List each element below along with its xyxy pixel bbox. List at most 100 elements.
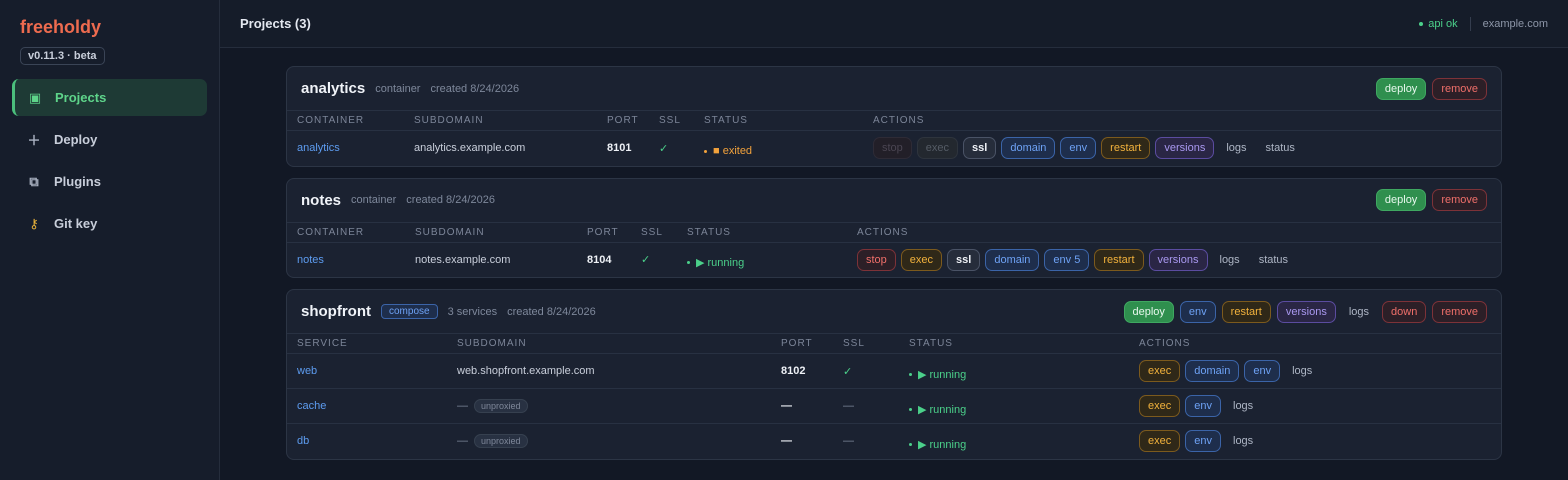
status-label: ▶ running bbox=[918, 438, 967, 451]
logs-button[interactable]: logs bbox=[1213, 249, 1247, 271]
port: 8101 bbox=[597, 130, 649, 166]
exec-button[interactable]: exec bbox=[1139, 360, 1181, 382]
status-dot-icon bbox=[704, 149, 707, 153]
restart-button[interactable]: restart bbox=[1221, 300, 1271, 323]
service-link[interactable]: cache bbox=[287, 388, 447, 424]
logs-button[interactable]: logs bbox=[1226, 430, 1260, 452]
restart-button[interactable]: restart bbox=[1094, 248, 1144, 271]
status-badge: ▶ running bbox=[909, 403, 966, 416]
project-created: created 8/24/2026 bbox=[406, 194, 495, 206]
stop-button[interactable]: stop bbox=[873, 137, 912, 160]
stop-button[interactable]: stop bbox=[857, 248, 896, 271]
topbar: Projects (3) api ok example.com bbox=[220, 0, 1568, 48]
container-link[interactable]: notes bbox=[287, 241, 405, 277]
sidebar-item-label: Projects bbox=[55, 90, 107, 105]
exec-button[interactable]: exec bbox=[1139, 430, 1181, 453]
status-badge: ▶ running bbox=[909, 368, 966, 381]
unproxied-badge: unproxied bbox=[474, 399, 528, 413]
project-card-analytics: analytics container created 8/24/2026 de… bbox=[286, 66, 1502, 167]
logs-button[interactable]: logs bbox=[1219, 137, 1253, 159]
service-link[interactable]: db bbox=[287, 423, 447, 459]
service-table: SERVICE SUBDOMAIN PORT SSL STATUS ACTION… bbox=[287, 333, 1501, 459]
remove-button[interactable]: remove bbox=[1432, 77, 1487, 100]
sidebar-item-plugins[interactable]: ⧉ Plugins bbox=[12, 163, 207, 200]
status-cell: ▶ running bbox=[899, 388, 1129, 424]
container-link[interactable]: analytics bbox=[287, 130, 404, 166]
exec-button[interactable]: exec bbox=[900, 248, 943, 271]
env-button[interactable]: env bbox=[1179, 300, 1216, 323]
unproxied-badge: unproxied bbox=[474, 434, 528, 449]
project-kind: container bbox=[375, 82, 421, 95]
env-button[interactable]: env 5 bbox=[1044, 248, 1090, 271]
status-button[interactable]: status bbox=[1259, 137, 1302, 159]
domain-button[interactable]: domain bbox=[1185, 360, 1240, 382]
versions-button[interactable]: versions bbox=[1276, 300, 1336, 323]
project-name: shopfront bbox=[301, 303, 371, 320]
service-link[interactable]: web bbox=[287, 353, 447, 389]
ssl-value: — bbox=[833, 423, 899, 459]
env-button[interactable]: env bbox=[1185, 430, 1221, 453]
status-label: ▶ running bbox=[696, 257, 745, 270]
sidebar-item-deploy[interactable]: ＋ Deploy bbox=[12, 121, 207, 158]
domain-button[interactable]: domain bbox=[985, 248, 1040, 271]
env-button[interactable]: env bbox=[1060, 137, 1097, 160]
project-list: analytics container created 8/24/2026 de… bbox=[220, 48, 1568, 460]
ssl-button[interactable]: ssl bbox=[963, 137, 997, 160]
exec-button[interactable]: exec bbox=[916, 137, 959, 160]
remove-button[interactable]: remove bbox=[1432, 189, 1487, 211]
restart-button[interactable]: restart bbox=[1101, 137, 1151, 160]
ssl-check-icon: ✓ bbox=[649, 130, 694, 166]
logs-button[interactable]: logs bbox=[1285, 360, 1319, 382]
col-header: SSL bbox=[833, 333, 899, 354]
domain-button[interactable]: domain bbox=[1001, 137, 1056, 160]
remove-button[interactable]: remove bbox=[1432, 300, 1487, 323]
project-card-shopfront: shopfront compose 3 services created 8/2… bbox=[286, 289, 1502, 460]
col-header: SERVICE bbox=[287, 333, 447, 354]
project-created: created 8/24/2026 bbox=[507, 305, 596, 318]
col-header: ACTIONS bbox=[847, 221, 1501, 242]
versions-button[interactable]: versions bbox=[1155, 137, 1215, 160]
project-name: analytics bbox=[301, 80, 366, 97]
col-header: PORT bbox=[597, 110, 649, 131]
key-icon: ⚷ bbox=[29, 215, 39, 231]
status-cell: ▶ running bbox=[677, 241, 847, 277]
sidebar-item-label: Deploy bbox=[54, 132, 98, 147]
sidebar-item-git-key[interactable]: ⚷ Git key bbox=[12, 205, 207, 242]
versions-button[interactable]: versions bbox=[1148, 248, 1208, 271]
plus-icon: ＋ bbox=[27, 133, 41, 148]
logs-button[interactable]: logs bbox=[1342, 301, 1376, 323]
main-area: Projects (3) api ok example.com analytic… bbox=[220, 0, 1568, 480]
table-row: db — unproxied — — ▶ running exec env log… bbox=[287, 423, 1501, 459]
actions-cell: stop exec ssl domain env restart version… bbox=[863, 130, 1501, 166]
version-badge: v0.11.3 · beta bbox=[20, 47, 105, 65]
env-button[interactable]: env bbox=[1185, 395, 1221, 417]
ssl-value: — bbox=[833, 388, 899, 424]
exec-button[interactable]: exec bbox=[1139, 395, 1181, 417]
env-button[interactable]: env bbox=[1244, 360, 1281, 382]
compose-badge: compose bbox=[380, 304, 438, 319]
col-header: ACTIONS bbox=[863, 110, 1501, 131]
status-button[interactable]: status bbox=[1252, 249, 1295, 271]
project-card-notes: notes container created 8/24/2026 deploy… bbox=[286, 177, 1502, 278]
col-header: SSL bbox=[631, 221, 677, 242]
table-row: notes notes.example.com 8104 ✓ ▶ running… bbox=[287, 241, 1501, 277]
deploy-button[interactable]: deploy bbox=[1375, 77, 1427, 100]
ssl-check-icon: ✓ bbox=[631, 241, 677, 277]
col-header: PORT bbox=[577, 221, 631, 242]
deploy-button[interactable]: deploy bbox=[1123, 300, 1174, 323]
sidebar-item-projects[interactable]: ▣ Projects bbox=[12, 79, 207, 116]
sidebar: freeholdy v0.11.3 · beta ▣ Projects ＋ De… bbox=[0, 0, 220, 480]
actions-cell: stop exec ssl domain env 5 restart versi… bbox=[847, 241, 1501, 277]
status-dot-icon bbox=[909, 442, 912, 446]
ssl-button[interactable]: ssl bbox=[947, 248, 981, 271]
divider bbox=[1469, 16, 1471, 31]
col-header: SSL bbox=[649, 110, 694, 131]
deploy-button[interactable]: deploy bbox=[1375, 189, 1427, 211]
down-button[interactable]: down bbox=[1382, 300, 1427, 323]
status-label: ▶ running bbox=[918, 368, 967, 381]
api-status: api ok bbox=[1419, 18, 1458, 30]
logs-button[interactable]: logs bbox=[1226, 395, 1260, 417]
status-dot-icon bbox=[1419, 21, 1424, 26]
sidebar-item-label: Git key bbox=[54, 216, 98, 231]
project-name: notes bbox=[301, 191, 342, 209]
